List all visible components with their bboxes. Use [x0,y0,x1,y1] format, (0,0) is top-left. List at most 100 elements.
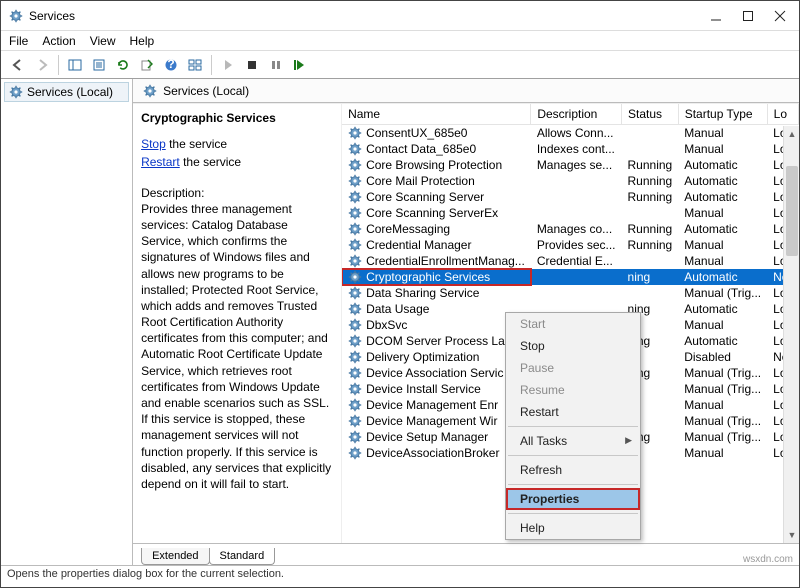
col-status[interactable]: Status [622,104,679,125]
service-startup-type: Disabled [678,349,767,365]
tree-node-services-local[interactable]: Services (Local) [4,82,129,102]
service-description: Credential E... [531,253,622,269]
service-row[interactable]: Core Scanning ServerExManualLoc [342,205,798,221]
service-startup-type: Automatic [678,301,767,317]
service-row[interactable]: Core Scanning ServerRunningAutomaticLoc [342,189,798,205]
gear-icon [348,126,362,140]
ctx-all-tasks[interactable]: All Tasks▶ [506,430,640,452]
view-options-button[interactable] [184,54,206,76]
menu-action[interactable]: Action [42,34,75,48]
col-startup-type[interactable]: Startup Type [678,104,767,125]
scroll-thumb[interactable] [786,166,798,256]
service-name: Core Mail Protection [366,174,475,188]
service-row[interactable]: Credential ManagerProvides sec...Running… [342,237,798,253]
restart-service-button[interactable] [289,54,311,76]
toolbar: ? [1,51,799,79]
service-description: Indexes cont... [531,141,622,157]
gear-icon [348,414,362,428]
scroll-up-icon[interactable]: ▲ [784,126,799,142]
back-button[interactable] [7,54,29,76]
service-name: DeviceAssociationBroker [366,446,499,460]
service-row[interactable]: CredentialEnrollmentManag... Credential E… [342,253,798,269]
ctx-properties[interactable]: Properties [506,488,640,510]
ctx-refresh[interactable]: Refresh [506,459,640,481]
service-startup-type: Manual (Trig... [678,365,767,381]
minimize-button[interactable] [709,9,723,23]
service-row[interactable]: Data Sharing ServiceManual (Trig...Loc [342,285,798,301]
properties-toolbar-button[interactable] [88,54,110,76]
detail-pane: Cryptographic Services Stop the service … [133,104,341,543]
list-header-label: Services (Local) [163,84,249,98]
status-bar: Opens the properties dialog box for the … [1,565,799,585]
service-name: Core Browsing Protection [366,158,502,172]
service-status: Running [622,237,679,253]
service-name: Delivery Optimization [366,350,479,364]
restart-service-link[interactable]: Restart [141,155,180,169]
service-row[interactable]: Contact Data_685e0Indexes cont...ManualL… [342,141,798,157]
description-text: Provides three management services: Cata… [141,201,333,492]
service-startup-type: Automatic [678,189,767,205]
tree-pane: Services (Local) [1,79,133,565]
service-row[interactable]: ConsentUX_685e0Allows Conn...ManualLoc [342,125,798,142]
vertical-scrollbar[interactable]: ▲ ▼ [783,126,799,543]
show-hide-tree-button[interactable] [64,54,86,76]
gear-icon [348,446,362,460]
gear-icon [348,334,362,348]
col-name[interactable]: Name [342,104,531,125]
separator [508,426,638,427]
start-service-button[interactable] [217,54,239,76]
export-button[interactable] [136,54,158,76]
scroll-down-icon[interactable]: ▼ [784,527,799,543]
service-startup-type: Automatic [678,157,767,173]
col-logon[interactable]: Lo [767,104,798,125]
gear-icon [348,238,362,252]
gear-icon [348,382,362,396]
stop-service-link[interactable]: Stop [141,137,166,151]
watermark: wsxdn.com [743,554,793,565]
ctx-help[interactable]: Help [506,517,640,539]
separator [508,513,638,514]
gear-icon [348,270,362,284]
col-description[interactable]: Description [531,104,622,125]
forward-button[interactable] [31,54,53,76]
service-startup-type: Automatic [678,269,767,285]
help-toolbar-button[interactable]: ? [160,54,182,76]
service-description [531,189,622,205]
menu-file[interactable]: File [9,34,28,48]
ctx-restart[interactable]: Restart [506,401,640,423]
service-name: CredentialEnrollmentManag... [366,254,525,268]
service-description [531,173,622,189]
tab-extended[interactable]: Extended [141,548,209,565]
service-description: Provides sec... [531,237,622,253]
tree-node-label: Services (Local) [27,85,113,99]
service-description [531,269,622,285]
service-name: Data Sharing Service [366,286,479,300]
maximize-button[interactable] [741,9,755,23]
service-name: Device Association Servic [366,366,503,380]
gear-icon [348,142,362,156]
service-name: Contact Data_685e0 [366,142,476,156]
menu-help[interactable]: Help [130,34,155,48]
gear-icon [348,302,362,316]
service-description: Manages se... [531,157,622,173]
tab-standard[interactable]: Standard [209,548,276,565]
service-description: Allows Conn... [531,125,622,142]
menu-view[interactable]: View [90,34,116,48]
service-status [622,253,679,269]
chevron-right-icon: ▶ [625,435,632,446]
gear-icon [348,350,362,364]
title-bar: Services [1,1,799,31]
ctx-stop[interactable]: Stop [506,335,640,357]
service-row[interactable]: Cryptographic ServicesningAutomaticNe [342,269,798,285]
close-button[interactable] [773,9,787,23]
service-row[interactable]: Core Mail ProtectionRunningAutomaticLoc [342,173,798,189]
service-description: Manages co... [531,221,622,237]
pause-service-button[interactable] [265,54,287,76]
view-tabs: Extended Standard [133,543,799,565]
stop-service-button[interactable] [241,54,263,76]
service-row[interactable]: Core Browsing ProtectionManages se...Run… [342,157,798,173]
service-row[interactable]: CoreMessagingManages co...RunningAutomat… [342,221,798,237]
gear-icon [348,190,362,204]
refresh-button[interactable] [112,54,134,76]
service-name: Device Setup Manager [366,430,488,444]
